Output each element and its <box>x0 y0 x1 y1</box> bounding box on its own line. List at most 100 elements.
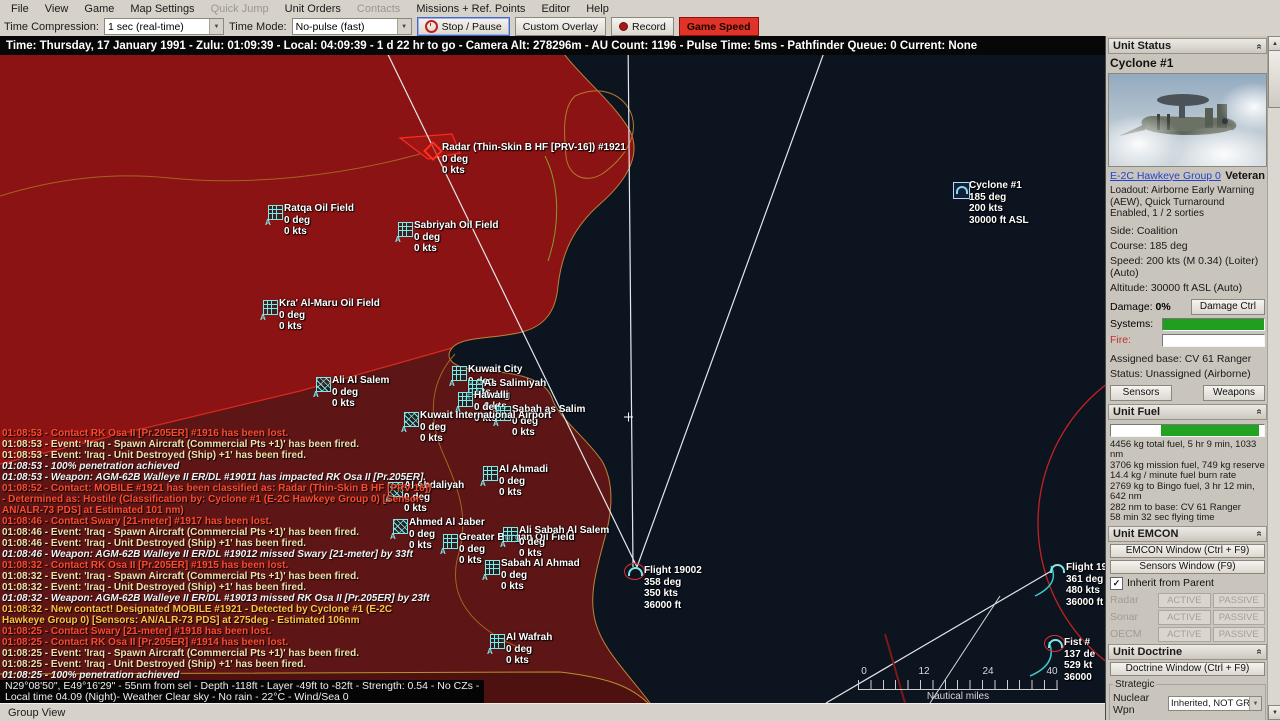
weapons-button[interactable]: Weapons <box>1203 385 1265 401</box>
time-compression-select[interactable]: 1 sec (real-time) ▼ <box>104 18 224 35</box>
unit-emcon-header[interactable]: Unit EMCON « <box>1108 526 1267 542</box>
unit-info-line: Status: Unassigned (Airborne) <box>1108 365 1267 380</box>
panel-scrollbar[interactable]: ▲ ▼ <box>1267 36 1280 720</box>
unit-label: Sabriyah Oil Field 0 deg 0 kts <box>414 220 498 255</box>
menu-item[interactable]: Quick Jump <box>204 2 276 16</box>
time-mode-label: Time Mode: <box>229 21 287 33</box>
proficiency-label: Veteran <box>1225 170 1265 182</box>
emcon-passive-button[interactable]: PASSIVE <box>1213 593 1266 608</box>
unit-symbol-icon <box>263 300 278 315</box>
fuel-info-line: 4456 kg total fuel, 5 hr 9 min, 1033 nm <box>1108 440 1267 461</box>
time-mode-select[interactable]: No-pulse (fast) ▼ <box>292 18 412 35</box>
unit-symbol-icon <box>485 560 500 575</box>
group-view-bar[interactable]: Group View <box>0 703 1113 721</box>
clock-icon <box>425 20 438 33</box>
doctrine-window-button[interactable]: Doctrine Window (Ctrl + F9) <box>1110 662 1265 676</box>
unit-status-header[interactable]: Unit Status « <box>1108 38 1267 54</box>
emcon-passive-button[interactable]: PASSIVE <box>1213 627 1266 642</box>
fuel-bar <box>1110 424 1265 437</box>
unit-info-line: Altitude: 30000 ft ASL (Auto) <box>1108 279 1267 294</box>
menu-item[interactable]: Map Settings <box>123 2 201 16</box>
sensors-window-button[interactable]: Sensors Window (F9) <box>1110 560 1265 574</box>
inherit-checkbox[interactable]: ✓ <box>1110 577 1123 590</box>
menu-item[interactable]: Missions + Ref. Points <box>409 2 532 16</box>
record-button[interactable]: Record <box>611 17 674 36</box>
scroll-thumb[interactable] <box>1268 50 1280 108</box>
unit-doctrine-header[interactable]: Unit Doctrine « <box>1108 644 1267 660</box>
emcon-active-button[interactable]: ACTIVE <box>1158 627 1211 642</box>
strategic-group: Strategic Nuclear Wpn Inherited, NOT GR … <box>1109 679 1266 721</box>
log-line: 01:08:53 - Contact RK Osa II [Pr.205ER] … <box>2 428 434 439</box>
log-line: 01:08:53 - Weapon: AGM-62B Walleye II ER… <box>2 472 434 483</box>
collapse-icon[interactable]: « <box>1254 531 1265 537</box>
unit-symbol-icon <box>628 567 643 576</box>
emcon-window-button[interactable]: EMCON Window (Ctrl + F9) <box>1110 544 1265 558</box>
menu-bar: FileViewGameMap SettingsQuick JumpUnit O… <box>0 0 1280 17</box>
menu-item[interactable]: Contacts <box>350 2 407 16</box>
collapse-icon[interactable]: « <box>1254 43 1265 49</box>
dropdown-icon[interactable]: ▼ <box>397 19 411 34</box>
collapse-icon[interactable]: « <box>1254 649 1265 655</box>
scroll-down-icon[interactable]: ▼ <box>1268 705 1280 720</box>
unit-label: Radar (Thin-Skin B HF [PRV-16]) #1921 0 … <box>442 142 626 177</box>
map-scale: 0 12 24 40 Nautical miles <box>858 666 1058 702</box>
unit-label: Al Ahmadi 0 deg 0 kts <box>499 464 548 499</box>
unit-fuel-header[interactable]: Unit Fuel « <box>1108 404 1267 420</box>
unit-symbol-icon <box>268 205 283 220</box>
unit-label: Fist # 137 de 529 kt 36000 <box>1064 637 1095 683</box>
unit-symbol-icon <box>483 466 498 481</box>
unit-label: Cyclone #1 185 deg 200 kts 30000 ft ASL <box>969 180 1029 226</box>
scale-tick-label: 0 <box>861 666 867 677</box>
emcon-passive-button[interactable]: PASSIVE <box>1213 610 1266 625</box>
emcon-row: Radar ACTIVE PASSIVE <box>1110 593 1265 608</box>
scale-caption: Nautical miles <box>858 691 1058 702</box>
unit-label: Flight 19 361 deg 480 kts 36000 ft <box>1066 562 1105 608</box>
unit-label: Ali Sabah Al Salem 0 deg 0 kts <box>519 525 609 560</box>
log-line: 01:08:46 - Event: 'Iraq - Unit Destroyed… <box>2 538 434 549</box>
stop-pause-button[interactable]: Stop / Pause <box>417 17 510 36</box>
inherit-label: Inherit from Parent <box>1127 577 1214 589</box>
log-line: 01:08:32 - Contact RK Osa II [Pr.205ER] … <box>2 560 434 571</box>
unit-label: Al Wafrah 0 deg 0 kts <box>506 632 552 667</box>
game-speed-button[interactable]: Game Speed <box>679 17 759 36</box>
damage-text: Damage: 0% <box>1110 301 1171 313</box>
scale-tick-label: 40 <box>1046 666 1057 677</box>
unit-symbol-icon <box>398 222 413 237</box>
menu-item[interactable]: View <box>38 2 76 16</box>
unit-symbol-icon <box>953 182 970 199</box>
log-line: 01:08:53 - Event: 'Iraq - Unit Destroyed… <box>2 450 434 461</box>
damage-ctrl-button[interactable]: Damage Ctrl <box>1191 299 1265 315</box>
collapse-icon[interactable]: « <box>1254 409 1265 415</box>
emcon-row-label: Radar <box>1110 594 1156 606</box>
log-line: 01:08:25 - Event: 'Iraq - Unit Destroyed… <box>2 659 434 670</box>
time-compression-label: Time Compression: <box>4 21 99 33</box>
nuclear-wpn-select[interactable]: Inherited, NOT GR ▼ <box>1168 696 1262 711</box>
custom-overlay-button[interactable]: Custom Overlay <box>515 17 606 36</box>
scale-tick-label: 24 <box>982 666 993 677</box>
menu-item[interactable]: Unit Orders <box>278 2 348 16</box>
log-line: 01:08:32 - Event: 'Iraq - Unit Destroyed… <box>2 582 434 593</box>
group-link[interactable]: E-2C Hawkeye Group 0 <box>1110 170 1221 182</box>
menu-item[interactable]: Help <box>579 2 616 16</box>
tactical-map[interactable]: Time: Thursday, 17 January 1991 - Zulu: … <box>0 36 1105 703</box>
unit-label: Sabah Al Ahmad 0 deg 0 kts <box>501 558 580 593</box>
cursor-info-bar: N29°08'50", E49°16'29" - 55nm from sel -… <box>0 680 484 703</box>
dropdown-icon[interactable]: ▼ <box>1249 697 1261 710</box>
cursor-info-line: N29°08'50", E49°16'29" - 55nm from sel -… <box>5 681 479 692</box>
scroll-up-icon[interactable]: ▲ <box>1268 36 1280 51</box>
dropdown-icon[interactable]: ▼ <box>209 19 223 34</box>
emcon-active-button[interactable]: ACTIVE <box>1158 610 1211 625</box>
emcon-active-button[interactable]: ACTIVE <box>1158 593 1211 608</box>
unit-symbol-icon <box>1048 639 1063 648</box>
scale-tick-label: 12 <box>918 666 929 677</box>
menu-item[interactable]: Editor <box>534 2 577 16</box>
menu-item[interactable]: Game <box>77 2 121 16</box>
log-line: 01:08:32 - Event: 'Iraq - Spawn Aircraft… <box>2 571 434 582</box>
menu-item[interactable]: File <box>4 2 36 16</box>
sensors-button[interactable]: Sensors <box>1110 385 1172 401</box>
unit-panel: Unit Status « Cyclone #1 E-2C Hawkeye G <box>1105 36 1280 720</box>
emcon-row-label: OECM <box>1110 628 1156 640</box>
unit-symbol-icon <box>458 392 473 407</box>
log-line: 01:08:25 - Event: 'Iraq - Spawn Aircraft… <box>2 648 434 659</box>
fuel-info-line: 14.4 kg / minute fuel burn rate <box>1108 471 1267 482</box>
